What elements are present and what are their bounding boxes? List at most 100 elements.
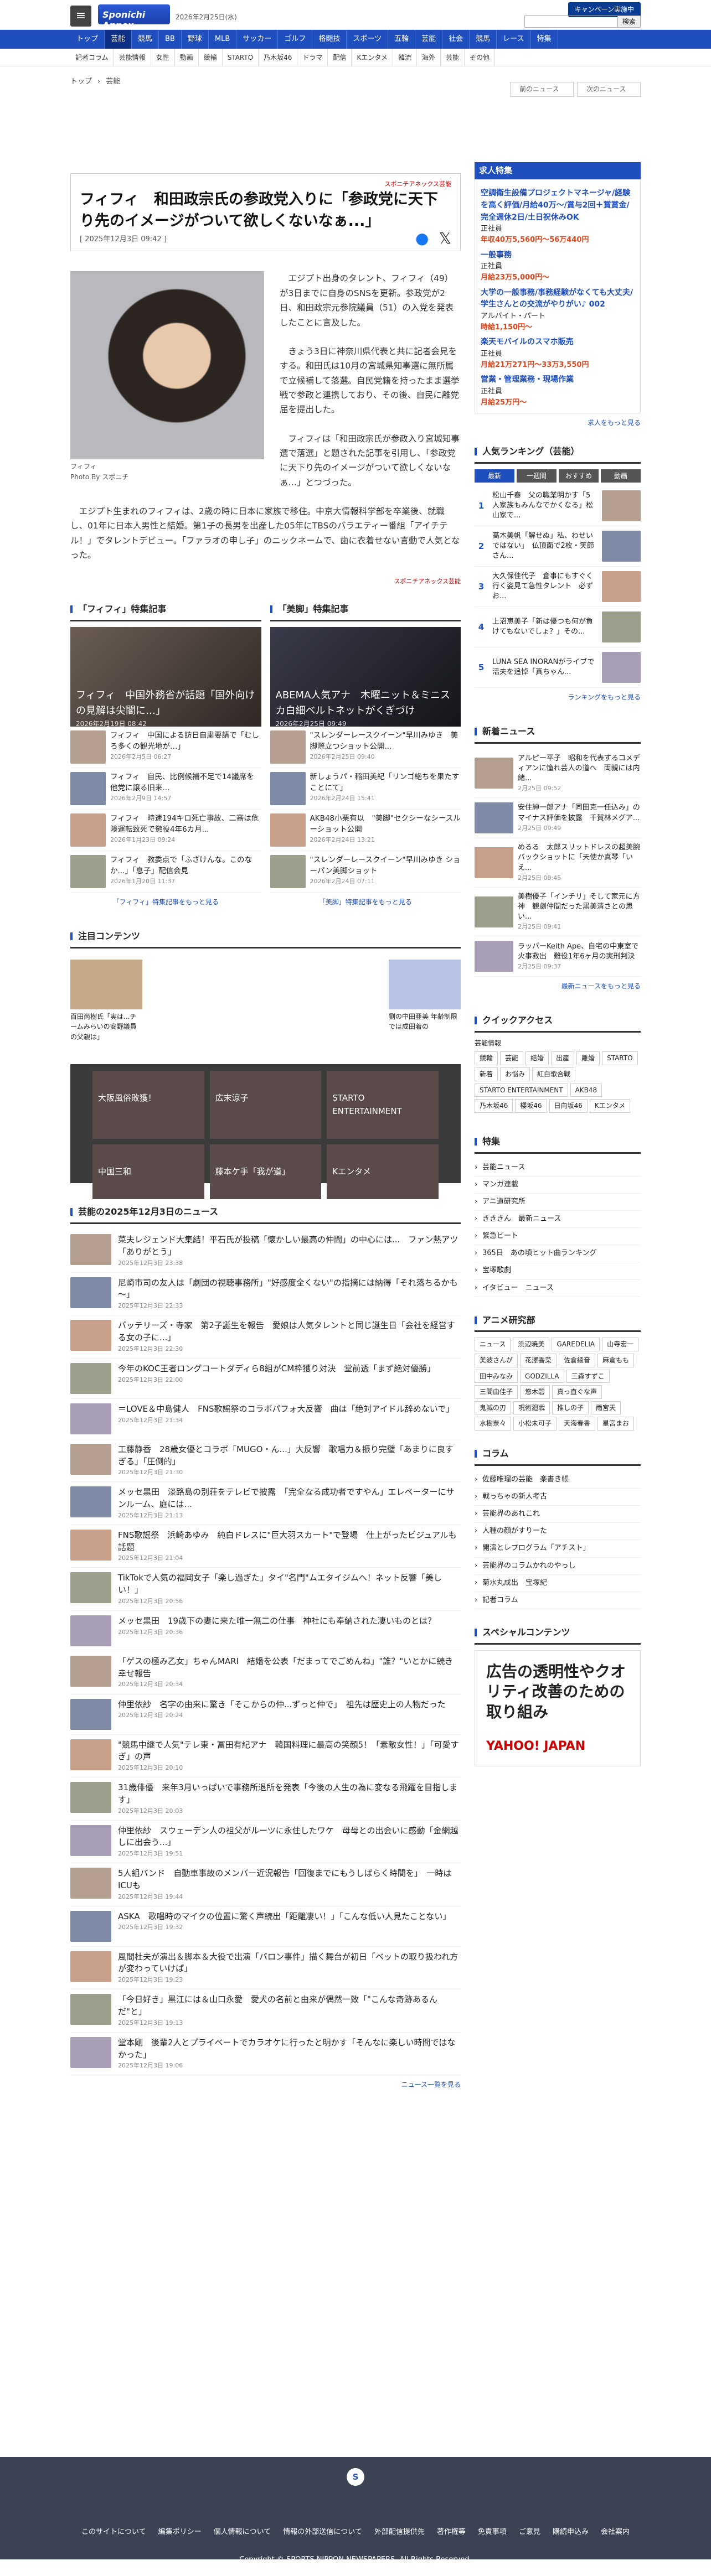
job-title[interactable]: 大学の一般事務/事務経験がなくても大丈夫/学生さんとの交流がやりがい♪ 002 — [481, 287, 635, 311]
nav2-item[interactable]: ドラマ — [297, 49, 328, 66]
feature-link[interactable]: きききん 最新ニュース — [475, 1211, 641, 1229]
column-link[interactable]: 菊水丸成出 宝塚紀 — [475, 1575, 641, 1592]
anime-tag[interactable]: 鬼滅の刃 — [475, 1401, 512, 1415]
ranking-tab[interactable]: おすすめ — [559, 469, 599, 483]
related-item[interactable]: "スレンダーレースクイーン"早川みゆき 美脚際立つショット公開... 2026年2… — [270, 727, 461, 769]
nav2-item[interactable]: その他 — [465, 49, 496, 66]
facebook-share-icon[interactable]: ● — [415, 226, 429, 250]
article-photo[interactable]: フィフィ Photo By スポニチ — [70, 271, 264, 482]
footer-link[interactable]: このサイトについて — [81, 2527, 146, 2538]
new-news-more-link[interactable]: 最新ニュースをもっと見る — [475, 981, 641, 992]
quick-tag[interactable]: Kエンタメ — [589, 1099, 631, 1113]
quick-tag[interactable]: お悩み — [500, 1067, 530, 1081]
news-item[interactable]: メッセ黒田 19歳下の妻に来た唯一無二の仕事 神社にも奉納された凄いものとは？ 2… — [70, 1611, 461, 1651]
anime-tag[interactable]: 美波さんが — [475, 1354, 518, 1367]
anime-tag[interactable]: 田中みなみ — [475, 1369, 518, 1383]
new-news-item[interactable]: めるる 太郎スリットドレスの超美腕バックショットに「天使か真琴「いえ... 2月2… — [475, 838, 641, 888]
news-list-link[interactable]: ニュース一覧を見る — [70, 2080, 461, 2090]
carousel-item[interactable]: STARTO ENTERTAINMENT — [327, 1071, 439, 1139]
feature-link[interactable]: 365日 あの頃ヒット曲ランキング — [475, 1245, 641, 1263]
nav2-item[interactable]: 海外 — [417, 49, 441, 66]
nav2-item[interactable]: 記者コラム — [70, 49, 114, 66]
nav1-item[interactable]: レース — [497, 30, 531, 49]
quick-tag[interactable]: 出産 — [551, 1051, 575, 1065]
footer-link[interactable]: ご意見 — [519, 2527, 540, 2538]
ad-banner[interactable]: 広告の透明性やクオリティ改善のための取り組み YAHOO! JAPAN — [475, 1650, 641, 1766]
anime-tag[interactable]: ニュース — [475, 1338, 511, 1352]
news-item[interactable]: ＝LOVE＆中島健人 FNS歌謡祭のコラボパフォ大反響 曲は「絶対アイドル辞めな… — [70, 1399, 461, 1439]
nav1-item[interactable]: MLB — [209, 30, 237, 49]
column-link[interactable]: 芸能界のコラムかれのやっし — [475, 1558, 641, 1575]
campaign-button[interactable]: キャンペーン実施中 — [568, 2, 641, 17]
anime-tag[interactable]: 推しの子 — [552, 1401, 589, 1415]
article-source[interactable]: スポニチアネックス芸能 — [70, 577, 461, 586]
new-news-item[interactable]: 安住紳一郎アナ「同田克一任込み」のマイナス評価を披露 千賀林メグア... 2月25… — [475, 798, 641, 839]
related-item[interactable]: "スレンダーレースクイーン"早川みゆき ショーパン美脚ショット 2026年2月24… — [270, 851, 461, 893]
job-title[interactable]: 一般事務 — [481, 250, 635, 262]
new-news-item[interactable]: 美樹優子「インチリ」そして家元に方神 観劇仲間だった黒美清さとの思い... 2月2… — [475, 888, 641, 937]
nav1-item[interactable]: 野球 — [182, 30, 209, 49]
job-title[interactable]: 空調衛生設備プロジェクトマネージャ/経験を高く評価/月給40万～/賞与2回＋賞賞… — [481, 188, 635, 224]
nav2-item[interactable]: 芸能情報 — [114, 49, 151, 66]
ranking-tab[interactable]: 動画 — [601, 469, 641, 483]
article-kicker[interactable]: スポニチアネックス芸能 — [80, 179, 451, 189]
job-title[interactable]: 楽天モバイルのスマホ販売 — [481, 336, 635, 349]
breadcrumb-home[interactable]: トップ — [70, 76, 92, 87]
nav2-item[interactable]: 動画 — [175, 49, 199, 66]
new-news-item[interactable]: アルピー平子 昭和を代表するコメディアンに憧れ芸人の道へ 両親には内緒... 2月… — [475, 749, 641, 799]
feature-link[interactable]: マンガ連載 — [475, 1176, 641, 1194]
ranking-item[interactable]: 3 大久保佳代子 倉事にもすぐく行く姿見て急性タレント 必ずお... — [475, 567, 641, 608]
attention-item[interactable] — [229, 959, 302, 1043]
nav1-item[interactable]: 特集 — [531, 30, 558, 49]
carousel-item[interactable]: 中国三和 — [92, 1144, 204, 1200]
news-item[interactable]: FNS歌謡祭 浜崎あゆみ 純白ドレスに"巨大羽スカート"で登場 仕上がったビジュ… — [70, 1525, 461, 1568]
column-link[interactable]: 記者コラム — [475, 1592, 641, 1609]
nav2-item[interactable]: Kエンタメ — [352, 49, 393, 66]
ranking-item[interactable]: 2 高木美帆「解せぬ」私、わせいではない」 仏頂面で2枚・笑節さん... — [475, 526, 641, 567]
anime-tag[interactable]: 星宮まお — [597, 1417, 635, 1430]
news-item[interactable]: "競馬中継で人気"テレ東・冨田有紀アナ 韓国料理に最高の笑顔5！「素敵女性！」「… — [70, 1735, 461, 1778]
related-item[interactable]: 新しょうパ・稲田美紀「リンゴ絶ちを果たすことにて」 2026年2月24日 15:4… — [270, 768, 461, 810]
attention-item[interactable] — [150, 959, 222, 1043]
nav2-item[interactable]: 女性 — [151, 49, 175, 66]
column-link[interactable]: 佐藤唯瑠の芸能 楽書き帳 — [475, 1471, 641, 1489]
carousel-item[interactable]: 藤本ケ手「我が道」 — [209, 1144, 322, 1200]
anime-tag[interactable]: 麻倉もも — [597, 1354, 635, 1367]
news-item[interactable]: 仲里依紗 名字の由来に驚き「そこからの仲...ずっと仲で」 祖先は歴史上の人物だ… — [70, 1694, 461, 1735]
feature-link[interactable]: 芸能ニュース — [475, 1159, 641, 1176]
related-item[interactable]: フィフィ 時速194キロ死亡事故、二審は危険運転致死で懲役4年6カ月... 202… — [70, 810, 261, 852]
nav2-item[interactable]: 韓流 — [393, 49, 418, 66]
nav1-item[interactable]: 競馬 — [470, 30, 497, 49]
footer-link[interactable]: 購読申込み — [553, 2527, 589, 2538]
news-item[interactable]: 堂本剛 後輩2人とプライベートでカラオケに行ったと明かす「そんなに楽しい時間では… — [70, 2033, 461, 2076]
news-item[interactable]: 風間杜夫が演出＆脚本＆大役で出演「バロン事件」描く舞台が初日「ベットの取り扱われ… — [70, 1947, 461, 1990]
anime-tag[interactable]: 山寺宏一 — [602, 1338, 639, 1352]
attention-item[interactable]: 百田尚樹氏「実は...チームみらいの安野議員の父親は」 — [70, 959, 142, 1043]
next-news-link[interactable]: 次のニュース — [577, 82, 641, 97]
related-item[interactable]: AKB48小栗有以 "美脚"セクシーなシースルーショット公開 2026年2月24日… — [270, 810, 461, 852]
breadcrumb-geino[interactable]: 芸能 — [106, 76, 120, 87]
jobs-more-link[interactable]: 求人をもっと見る — [475, 418, 641, 428]
news-item[interactable]: 尼崎市司の友人は「劇団の視聴事務所」"好感度全くない"の指摘には納得「それ落ちる… — [70, 1273, 461, 1316]
news-item[interactable]: ASKA 歌唱時のマイクの位置に驚く声続出「距離凄い！」「こんな低い人見たことな… — [70, 1906, 461, 1947]
feature-link[interactable]: イタビュー ニュース — [475, 1280, 641, 1297]
related-item[interactable]: フィフィ 中国による訪日自粛要請で「むしろ多くの観光地が…」 2026年2月5日 … — [70, 727, 261, 769]
quick-tag[interactable]: 日向坂46 — [549, 1099, 588, 1113]
ranking-tab[interactable]: 最新 — [475, 469, 514, 483]
quick-tag[interactable]: 離婚 — [576, 1051, 600, 1065]
feature-link[interactable]: アニ道研究所 — [475, 1194, 641, 1211]
ranking-more-link[interactable]: ランキングをもっと見る — [475, 692, 641, 703]
feature-link[interactable]: 宝塚歌劇 — [475, 1262, 641, 1280]
anime-tag[interactable]: GODZILLA — [520, 1369, 564, 1383]
anime-tag[interactable]: 佐倉綾音 — [559, 1354, 596, 1367]
nav1-item[interactable]: スポーツ — [347, 30, 389, 49]
quick-tag[interactable]: 芸能 — [500, 1051, 524, 1065]
quick-tag[interactable]: AKB48 — [570, 1083, 602, 1097]
nav1-item[interactable]: 格闘技 — [312, 30, 347, 49]
ranking-item[interactable]: 5 LUNA SEA INORANがライブで活夫を追悼「真ちゃん... — [475, 647, 641, 688]
prev-news-link[interactable]: 前のニュース — [510, 82, 574, 97]
related-legs-top-story[interactable]: ABEMA人気アナ 木曜ニット＆ミニスカ白細ベルトネットがくぎづけ 2026年2月… — [270, 627, 461, 728]
feature-link[interactable]: 緊急ビート — [475, 1228, 641, 1246]
nav1-item[interactable]: ゴルフ — [278, 30, 313, 49]
anime-tag[interactable]: 水樹奈々 — [475, 1417, 512, 1430]
